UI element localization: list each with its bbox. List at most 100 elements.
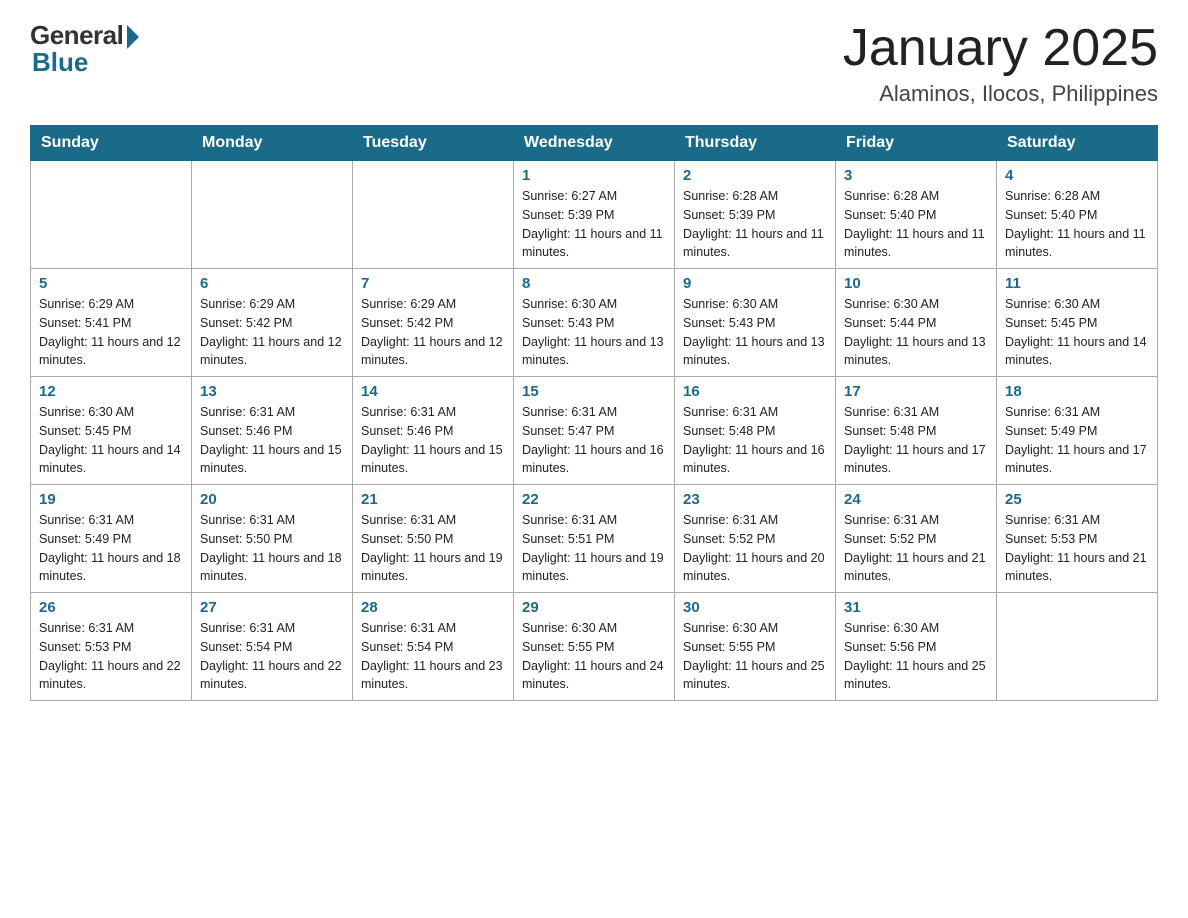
day-info: Sunrise: 6:31 AM Sunset: 5:47 PM Dayligh… [522, 403, 666, 478]
day-info: Sunrise: 6:30 AM Sunset: 5:44 PM Dayligh… [844, 295, 988, 370]
day-number: 9 [683, 275, 827, 292]
calendar-cell: 1 Sunrise: 6:27 AM Sunset: 5:39 PM Daylig… [514, 161, 675, 269]
day-info: Sunrise: 6:30 AM Sunset: 5:43 PM Dayligh… [683, 295, 827, 370]
day-number: 31 [844, 599, 988, 616]
day-number: 25 [1005, 491, 1149, 508]
day-info: Sunrise: 6:31 AM Sunset: 5:46 PM Dayligh… [361, 403, 505, 478]
calendar-cell: 22 Sunrise: 6:31 AM Sunset: 5:51 PM Dayli… [514, 485, 675, 593]
day-number: 8 [522, 275, 666, 292]
day-number: 22 [522, 491, 666, 508]
day-info: Sunrise: 6:31 AM Sunset: 5:54 PM Dayligh… [200, 619, 344, 694]
calendar-cell: 3 Sunrise: 6:28 AM Sunset: 5:40 PM Daylig… [836, 161, 997, 269]
calendar-cell [31, 161, 192, 269]
calendar-header-sunday: Sunday [31, 126, 192, 161]
calendar-cell: 18Sunrise: 6:31 AM Sunset: 5:49 PM Dayli… [997, 377, 1158, 485]
day-number: 26 [39, 599, 183, 616]
day-info: Sunrise: 6:31 AM Sunset: 5:51 PM Dayligh… [522, 511, 666, 586]
day-number: 17 [844, 383, 988, 400]
day-number: 27 [200, 599, 344, 616]
calendar-header-tuesday: Tuesday [353, 126, 514, 161]
calendar-cell: 2 Sunrise: 6:28 AM Sunset: 5:39 PM Daylig… [675, 161, 836, 269]
calendar-cell: 21 Sunrise: 6:31 AM Sunset: 5:50 PM Dayli… [353, 485, 514, 593]
calendar-cell: 19 Sunrise: 6:31 AM Sunset: 5:49 PM Dayli… [31, 485, 192, 593]
calendar-week-row: 12 Sunrise: 6:30 AM Sunset: 5:45 PM Dayli… [31, 377, 1158, 485]
day-info: Sunrise: 6:29 AM Sunset: 5:41 PM Dayligh… [39, 295, 183, 370]
calendar-cell: 12 Sunrise: 6:30 AM Sunset: 5:45 PM Dayli… [31, 377, 192, 485]
day-info: Sunrise: 6:31 AM Sunset: 5:48 PM Dayligh… [683, 403, 827, 478]
calendar-header-thursday: Thursday [675, 126, 836, 161]
calendar-week-row: 5 Sunrise: 6:29 AM Sunset: 5:41 PM Daylig… [31, 269, 1158, 377]
calendar-cell: 9 Sunrise: 6:30 AM Sunset: 5:43 PM Daylig… [675, 269, 836, 377]
day-number: 20 [200, 491, 344, 508]
calendar-cell: 26Sunrise: 6:31 AM Sunset: 5:53 PM Dayli… [31, 593, 192, 701]
calendar-cell: 25 Sunrise: 6:31 AM Sunset: 5:53 PM Dayli… [997, 485, 1158, 593]
title-block: January 2025 Alaminos, Ilocos, Philippin… [843, 20, 1158, 107]
day-info: Sunrise: 6:31 AM Sunset: 5:46 PM Dayligh… [200, 403, 344, 478]
calendar-cell: 14Sunrise: 6:31 AM Sunset: 5:46 PM Dayli… [353, 377, 514, 485]
calendar-header-saturday: Saturday [997, 126, 1158, 161]
day-number: 7 [361, 275, 505, 292]
day-number: 30 [683, 599, 827, 616]
day-info: Sunrise: 6:28 AM Sunset: 5:40 PM Dayligh… [844, 187, 988, 262]
calendar-cell [353, 161, 514, 269]
day-info: Sunrise: 6:30 AM Sunset: 5:55 PM Dayligh… [522, 619, 666, 694]
day-number: 1 [522, 167, 666, 184]
calendar-header-friday: Friday [836, 126, 997, 161]
calendar-cell: 7Sunrise: 6:29 AM Sunset: 5:42 PM Daylig… [353, 269, 514, 377]
calendar-cell: 5 Sunrise: 6:29 AM Sunset: 5:41 PM Daylig… [31, 269, 192, 377]
calendar-cell: 30 Sunrise: 6:30 AM Sunset: 5:55 PM Dayli… [675, 593, 836, 701]
day-info: Sunrise: 6:29 AM Sunset: 5:42 PM Dayligh… [200, 295, 344, 370]
calendar-cell: 24Sunrise: 6:31 AM Sunset: 5:52 PM Dayli… [836, 485, 997, 593]
calendar-cell [997, 593, 1158, 701]
day-number: 29 [522, 599, 666, 616]
day-number: 12 [39, 383, 183, 400]
calendar-cell: 31 Sunrise: 6:30 AM Sunset: 5:56 PM Dayli… [836, 593, 997, 701]
day-info: Sunrise: 6:31 AM Sunset: 5:53 PM Dayligh… [1005, 511, 1149, 586]
calendar-header-monday: Monday [192, 126, 353, 161]
day-number: 10 [844, 275, 988, 292]
day-number: 3 [844, 167, 988, 184]
calendar-table: SundayMondayTuesdayWednesdayThursdayFrid… [30, 125, 1158, 701]
day-number: 19 [39, 491, 183, 508]
day-number: 21 [361, 491, 505, 508]
day-info: Sunrise: 6:31 AM Sunset: 5:48 PM Dayligh… [844, 403, 988, 478]
day-number: 13 [200, 383, 344, 400]
day-number: 16 [683, 383, 827, 400]
day-info: Sunrise: 6:30 AM Sunset: 5:45 PM Dayligh… [39, 403, 183, 478]
calendar-cell [192, 161, 353, 269]
day-info: Sunrise: 6:28 AM Sunset: 5:40 PM Dayligh… [1005, 187, 1149, 262]
day-number: 24 [844, 491, 988, 508]
day-info: Sunrise: 6:31 AM Sunset: 5:52 PM Dayligh… [683, 511, 827, 586]
day-info: Sunrise: 6:31 AM Sunset: 5:50 PM Dayligh… [200, 511, 344, 586]
day-info: Sunrise: 6:31 AM Sunset: 5:50 PM Dayligh… [361, 511, 505, 586]
calendar-cell: 29 Sunrise: 6:30 AM Sunset: 5:55 PM Dayli… [514, 593, 675, 701]
calendar-week-row: 1 Sunrise: 6:27 AM Sunset: 5:39 PM Daylig… [31, 161, 1158, 269]
calendar-cell: 20 Sunrise: 6:31 AM Sunset: 5:50 PM Dayli… [192, 485, 353, 593]
day-info: Sunrise: 6:30 AM Sunset: 5:45 PM Dayligh… [1005, 295, 1149, 370]
day-info: Sunrise: 6:30 AM Sunset: 5:56 PM Dayligh… [844, 619, 988, 694]
day-number: 5 [39, 275, 183, 292]
day-info: Sunrise: 6:28 AM Sunset: 5:39 PM Dayligh… [683, 187, 827, 262]
day-number: 4 [1005, 167, 1149, 184]
day-info: Sunrise: 6:30 AM Sunset: 5:43 PM Dayligh… [522, 295, 666, 370]
month-year-title: January 2025 [843, 20, 1158, 77]
page-header: General Blue January 2025 Alaminos, Iloc… [30, 20, 1158, 107]
day-info: Sunrise: 6:31 AM Sunset: 5:49 PM Dayligh… [39, 511, 183, 586]
day-number: 28 [361, 599, 505, 616]
calendar-cell: 15 Sunrise: 6:31 AM Sunset: 5:47 PM Dayli… [514, 377, 675, 485]
calendar-cell: 16 Sunrise: 6:31 AM Sunset: 5:48 PM Dayli… [675, 377, 836, 485]
calendar-cell: 4 Sunrise: 6:28 AM Sunset: 5:40 PM Daylig… [997, 161, 1158, 269]
logo-arrow-icon [127, 25, 139, 49]
day-number: 15 [522, 383, 666, 400]
day-info: Sunrise: 6:27 AM Sunset: 5:39 PM Dayligh… [522, 187, 666, 262]
calendar-cell: 23Sunrise: 6:31 AM Sunset: 5:52 PM Dayli… [675, 485, 836, 593]
logo-blue-text: Blue [32, 47, 88, 78]
logo: General Blue [30, 20, 139, 78]
day-info: Sunrise: 6:31 AM Sunset: 5:49 PM Dayligh… [1005, 403, 1149, 478]
day-number: 11 [1005, 275, 1149, 292]
day-number: 2 [683, 167, 827, 184]
day-info: Sunrise: 6:31 AM Sunset: 5:54 PM Dayligh… [361, 619, 505, 694]
calendar-cell: 27 Sunrise: 6:31 AM Sunset: 5:54 PM Dayli… [192, 593, 353, 701]
day-info: Sunrise: 6:30 AM Sunset: 5:55 PM Dayligh… [683, 619, 827, 694]
day-number: 6 [200, 275, 344, 292]
